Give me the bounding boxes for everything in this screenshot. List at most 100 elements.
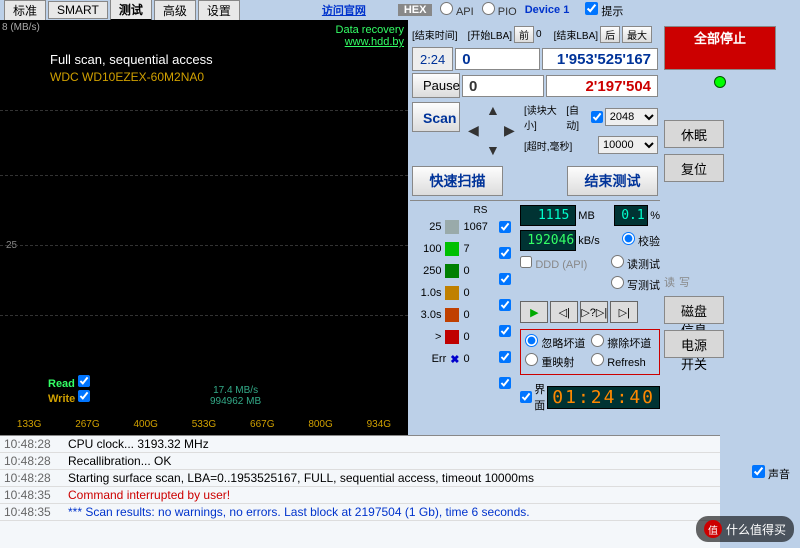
rs-label: RS — [410, 205, 493, 216]
row-chk-1[interactable] — [499, 247, 511, 259]
tab-standard[interactable]: 标准 — [4, 0, 46, 21]
log-row: 10:48:28Recallibration... OK — [0, 453, 720, 470]
watermark: 值 什么值得买 — [696, 516, 794, 542]
erase-bad-radio[interactable]: 擦除坏道 — [591, 334, 655, 351]
x-axis: 133G267G400G533G667G800G934G — [0, 419, 408, 430]
chart-title: Full scan, sequential access — [50, 52, 213, 67]
power-switch-button[interactable]: 电源开关 — [664, 330, 724, 358]
arrow-down-icon: ▼ — [486, 142, 500, 158]
start-lba-label: [开始LBA] — [468, 27, 512, 42]
post-button[interactable]: 后 — [600, 26, 620, 43]
pause-button[interactable]: Pause — [412, 73, 460, 98]
tab-advanced[interactable]: 高级 — [154, 0, 196, 21]
block-size-select[interactable]: 2048 — [605, 108, 658, 126]
log-row: 10:48:28Starting surface scan, LBA=0..19… — [0, 470, 720, 487]
log-panel: 10:48:28CPU clock... 3193.32 MHz10:48:28… — [0, 435, 720, 548]
row-chk-2[interactable] — [499, 273, 511, 285]
speed-row-2: 2500 — [410, 260, 493, 282]
midpoint-annotation: 17.4 MB/s994962 MB — [210, 385, 261, 407]
hint-checkbox[interactable]: 提示 — [585, 2, 623, 19]
arrow-up-icon: ▲ — [486, 102, 500, 118]
log-row: 10:48:35Command interrupted by user! — [0, 487, 720, 504]
empty-field[interactable]: 0 — [462, 75, 544, 97]
row-chk-6[interactable] — [499, 377, 511, 389]
auto-label: [自动] — [566, 102, 589, 132]
ui-label: 界面 — [534, 381, 545, 413]
tab-smart[interactable]: SMART — [48, 1, 108, 19]
timeout-select[interactable]: 10000 — [598, 136, 658, 154]
pio-radio[interactable]: PIO — [482, 2, 517, 18]
pre-button[interactable]: 前 — [514, 26, 534, 43]
drive-model: WDC WD10EZEX-60M2NA0 — [50, 70, 204, 84]
row-chk-5[interactable] — [499, 351, 511, 363]
pre-value: 0 — [536, 29, 542, 40]
pct-unit: % — [650, 210, 660, 222]
step-back-icon[interactable]: ◁| — [550, 301, 578, 323]
skip-end-icon[interactable]: ▷| — [610, 301, 638, 323]
stop-all-button[interactable]: 全部停止 — [664, 26, 776, 70]
ffwd-icon[interactable]: ▷?▷| — [580, 301, 608, 323]
log-row: 10:48:28CPU clock... 3193.32 MHz — [0, 436, 720, 453]
start-lba-value[interactable]: 0 — [455, 48, 540, 70]
data-recovery-badge[interactable]: Data recovery www.hdd.by — [336, 24, 404, 48]
status-led-icon — [714, 76, 726, 88]
auto-checkbox[interactable] — [591, 111, 603, 123]
speed-row-6: Err✖0 — [410, 348, 493, 370]
ignore-bad-radio[interactable]: 忽略坏道 — [525, 334, 589, 351]
mb-unit: MB — [578, 210, 595, 222]
elapsed-time: 01:24:40 — [547, 386, 660, 409]
ddd-checkbox[interactable]: DDD (API) — [520, 256, 587, 271]
row-chk-4[interactable] — [499, 325, 511, 337]
reset-button[interactable]: 复位 — [664, 154, 724, 182]
disk-info-button[interactable]: 磁盘信息 — [664, 296, 724, 324]
ui-checkbox[interactable] — [520, 391, 532, 403]
tab-test[interactable]: 测试 — [110, 0, 152, 21]
write-legend: Write — [48, 393, 75, 405]
arrow-left-icon: ◀ — [468, 122, 479, 139]
sound-checkbox[interactable]: 声音 — [752, 465, 790, 482]
read-label: 读 — [664, 274, 675, 290]
log-row: 10:48:35*** Scan results: no warnings, n… — [0, 504, 720, 521]
speed-row-3: 1.0s0 — [410, 282, 493, 304]
write-checkbox[interactable] — [78, 390, 90, 402]
read-legend: Read — [48, 378, 75, 390]
end-lba-value[interactable]: 1'953'525'167 — [542, 48, 658, 70]
sleep-button[interactable]: 休眠 — [664, 120, 724, 148]
speed-row-4: 3.0s0 — [410, 304, 493, 326]
arrow-right-icon: ▶ — [504, 122, 515, 139]
read-test-radio[interactable]: 读测试 — [611, 255, 660, 272]
hex-badge: HEX — [398, 4, 433, 16]
read-checkbox[interactable] — [78, 375, 90, 387]
refresh-radio[interactable]: Refresh — [591, 353, 655, 370]
quick-scan-button[interactable]: 快速扫描 — [412, 166, 503, 196]
nav-arrows[interactable]: ▲ ◀ ▶ ▼ — [462, 102, 522, 162]
official-site-link[interactable]: 访问官网 — [322, 2, 366, 18]
start-time-label: [结束时间] — [412, 27, 458, 42]
device-label[interactable]: Device 1 — [525, 4, 570, 16]
speed-row-1: 1007 — [410, 238, 493, 260]
remap-radio[interactable]: 重映射 — [525, 353, 589, 370]
kbs-value: 192046 — [520, 230, 576, 251]
speed-row-0: 251067 — [410, 216, 493, 238]
kbs-unit: kB/s — [578, 235, 599, 247]
play-icon[interactable]: ▶ — [520, 301, 548, 323]
row-chk-3[interactable] — [499, 299, 511, 311]
scan-chart: 8 (MB/s) Data recovery www.hdd.by Full s… — [0, 20, 408, 435]
speed-row-5: >0 — [410, 326, 493, 348]
pct-value: 0.1 — [614, 205, 648, 226]
mb-value: 1115 — [520, 205, 576, 226]
max-button[interactable]: 最大 — [622, 26, 652, 43]
api-radio[interactable]: API — [440, 2, 473, 18]
timeout-label: [超时,毫秒] — [524, 138, 572, 153]
row-chk-0[interactable] — [499, 221, 511, 233]
end-test-button[interactable]: 结束测试 — [567, 166, 658, 196]
write-test-radio[interactable]: 写测试 — [611, 276, 660, 293]
elapsed-short: 2:24 — [412, 47, 453, 71]
y-axis-label: 8 (MB/s) — [2, 22, 40, 33]
block-size-label: [读块大小] — [524, 102, 564, 132]
write-label: 写 — [679, 274, 690, 290]
scan-button[interactable]: Scan — [412, 102, 460, 132]
tab-settings[interactable]: 设置 — [198, 0, 240, 21]
verify-radio[interactable]: 校验 — [622, 232, 660, 249]
current-lba: 2'197'504 — [546, 75, 658, 97]
